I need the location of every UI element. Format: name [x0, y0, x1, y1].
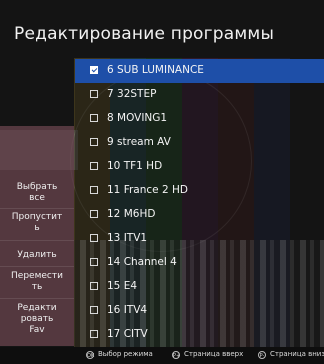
channel-label: 8 MOVING1 [107, 112, 168, 124]
hint-page-up: P+ Страница вверх [172, 350, 243, 359]
checkbox-icon[interactable] [90, 234, 98, 242]
move-label-line-2: ть [31, 282, 43, 292]
select-all-button[interactable]: Выбрать все [0, 182, 74, 204]
page-up-key-icon: P+ [172, 351, 181, 359]
channel-row-12[interactable]: 12 M6HD [75, 203, 324, 227]
hint-label: Выбор режима [98, 350, 153, 358]
checkbox-icon[interactable] [90, 330, 98, 338]
edit-fav-label-line-2: ровать [20, 314, 54, 324]
channel-label: 9 stream AV [107, 136, 171, 148]
channel-row-15[interactable]: 15 E4 [75, 275, 324, 299]
hint-page-down: P- Страница вниз [258, 350, 324, 359]
checkbox-icon[interactable] [90, 306, 98, 314]
checkbox-icon[interactable] [90, 282, 98, 290]
hint-label: Страница вниз [270, 350, 324, 358]
channel-label: 10 TF1 HD [107, 160, 163, 172]
checkbox-icon[interactable] [90, 162, 98, 170]
move-label-line-1: Перемести [11, 271, 63, 281]
channel-label: 15 E4 [107, 280, 138, 292]
checkbox-icon[interactable] [90, 114, 98, 122]
channel-row-7[interactable]: 7 32STEP [75, 83, 324, 107]
skip-label-line-2: ь [34, 223, 40, 233]
channel-label: 16 ITV4 [107, 304, 148, 316]
hint-label: Страница вверх [184, 350, 244, 358]
channel-label: 6 SUB LUMINANCE [107, 64, 204, 76]
channel-label: 11 France 2 HD [107, 184, 188, 196]
channel-label: 12 M6HD [107, 208, 156, 220]
channel-label: 17 CITV [107, 328, 148, 340]
action-panel: Выбрать все Пропустит ь Удалить Перемест… [0, 126, 74, 346]
channel-row-13[interactable]: 13 ITV1 [75, 227, 324, 251]
select-all-label-line-2: все [29, 193, 45, 203]
channel-row-9[interactable]: 9 stream AV [75, 131, 324, 155]
skip-label-line-1: Пропустит [11, 212, 63, 222]
channel-row-11[interactable]: 11 France 2 HD [75, 179, 324, 203]
select-all-label-line-1: Выбрать [16, 182, 58, 192]
channel-label: 13 ITV1 [107, 232, 148, 244]
edit-fav-button[interactable]: Редакти ровать Fav [0, 303, 74, 336]
checkbox-icon[interactable] [90, 186, 98, 194]
channel-label: 7 32STEP [107, 88, 157, 100]
checkbox-icon[interactable] [90, 90, 98, 98]
move-button[interactable]: Перемести ть [0, 271, 74, 293]
checkbox-icon[interactable] [90, 210, 98, 218]
channel-row-17[interactable]: 17 CITV [75, 323, 324, 347]
delete-label: Удалить [17, 250, 57, 260]
channel-label: 14 Channel 4 [107, 256, 177, 268]
channel-row-8[interactable]: 8 MOVING1 [75, 107, 324, 131]
page-down-key-icon: P- [258, 351, 266, 359]
checkbox-checked-icon[interactable] [90, 66, 98, 74]
hint-select-mode: OK Выбор режима [86, 350, 153, 359]
checkbox-icon[interactable] [90, 138, 98, 146]
channel-row-14[interactable]: 14 Channel 4 [75, 251, 324, 275]
page-title: Редактирование программы [14, 24, 275, 44]
skip-button[interactable]: Пропустит ь [0, 212, 74, 234]
footer-hints: OK Выбор режима P+ Страница вверх P- Страни… [0, 347, 324, 364]
edit-fav-label-line-1: Редакти [17, 303, 57, 313]
checkbox-icon[interactable] [90, 258, 98, 266]
channel-list: 6 SUB LUMINANCE 7 32STEP 8 MOVING1 9 str… [75, 59, 324, 347]
ok-key-icon: OK [86, 351, 95, 359]
delete-button[interactable]: Удалить [0, 250, 74, 261]
channel-row-6[interactable]: 6 SUB LUMINANCE [75, 59, 324, 83]
edit-fav-label-line-3: Fav [29, 325, 45, 335]
channel-row-10[interactable]: 10 TF1 HD [75, 155, 324, 179]
channel-row-16[interactable]: 16 ITV4 [75, 299, 324, 323]
